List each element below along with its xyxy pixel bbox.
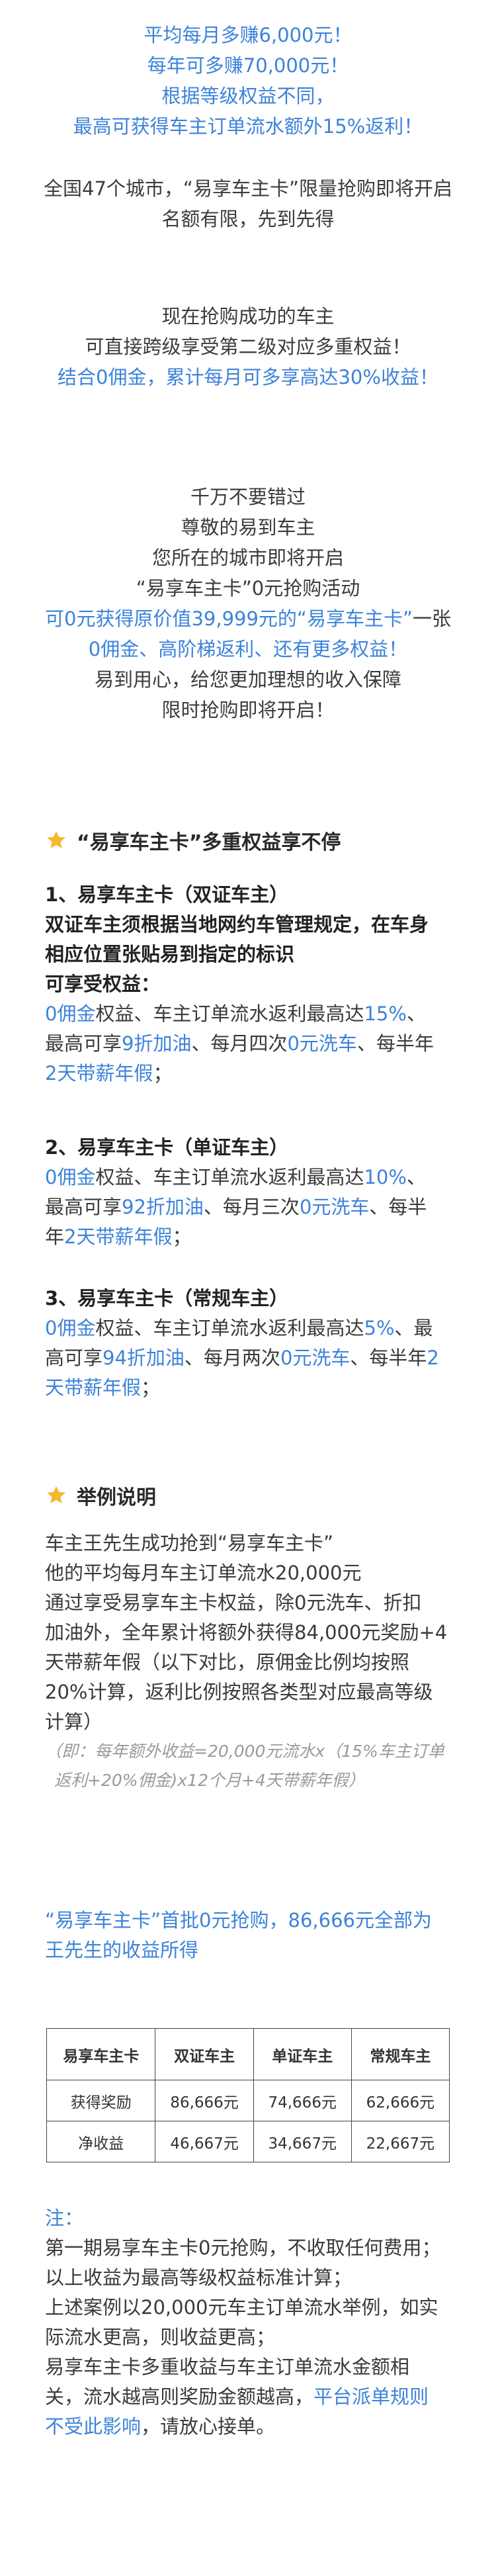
card1-rule: 双证车主须根据当地网约车管理规定，在车身 bbox=[45, 913, 429, 936]
card1-enjoy-label: 可享受权益： bbox=[45, 973, 161, 995]
table-row-label: 净收益 bbox=[46, 2121, 156, 2162]
notes-section: 注： 第一期易享车主卡0元抢购，不收取任何费用； 以上收益为最高等级权益标准计算… bbox=[45, 2203, 455, 2442]
card3-title: 3、易享车主卡（常规车主） bbox=[45, 1287, 289, 1310]
star-icon bbox=[47, 1486, 65, 1503]
example-formula: 返利+20%佣金)x12个月+4天带薪年假） bbox=[54, 1771, 365, 1790]
table-cell: 22,667元 bbox=[351, 2121, 450, 2162]
card3-block: 3、易享车主卡（常规车主） 0佣金权益、车主订单流水返利最高达5%、最 高可享9… bbox=[45, 1284, 455, 1403]
example-line: 通过享受易享车主卡权益，除0元洗车、折扣 bbox=[45, 1591, 422, 1614]
card1-benefit-line: 2天带薪年假； bbox=[45, 1062, 173, 1085]
card1-block: 1、易享车主卡（双证车主） 双证车主须根据当地网约车管理规定，在车身 相应位置张… bbox=[45, 880, 455, 1088]
note-line: 际流水更高，则收益更高； bbox=[45, 2326, 276, 2348]
benefits-title-text: “易享车主卡”多重权益享不停 bbox=[77, 831, 341, 854]
cities-section: 全国47个城市，“易享车主卡”限量抢购即将开启 名额有限，先到先得 bbox=[0, 173, 496, 234]
card2-title: 2、易享车主卡（单证车主） bbox=[45, 1136, 289, 1159]
table-row: 净收益 46,667元 34,667元 22,667元 bbox=[46, 2121, 450, 2162]
example-line: 天带薪年假（以下对比，原佣金比例均按照 bbox=[45, 1651, 410, 1673]
table-header-cell: 单证车主 bbox=[253, 2028, 352, 2080]
card2-benefit-line: 年2天带薪年假； bbox=[45, 1225, 192, 1248]
table-row: 获得奖励 86,666元 74,666元 62,666元 bbox=[46, 2080, 450, 2121]
example-section: 举例说明 bbox=[45, 1481, 455, 1510]
note-line: 关，流水越高则奖励金额越高，平台派单规则 bbox=[45, 2385, 429, 2408]
card1-benefit-line: 最高可享9折加油、每月四次0元洗车、每半年 bbox=[45, 1032, 434, 1055]
note-line: 第一期易享车主卡0元抢购，不收取任何费用； bbox=[45, 2237, 441, 2259]
table-header-cell: 双证车主 bbox=[155, 2028, 254, 2080]
example-line: 他的平均每月车主订单流水20,000元 bbox=[45, 1562, 362, 1584]
table-cell: 34,667元 bbox=[253, 2121, 352, 2162]
example-formula: （即：每年额外收益=20,000元流水x（15%车主订单 bbox=[45, 1742, 444, 1761]
summary-line: 王先生的收益所得 bbox=[45, 1939, 199, 1961]
upgrade-line-highlight: 结合0佣金，累计每月可多享高达30%收益！ bbox=[58, 366, 438, 388]
card2-benefit-line: 最高可享92折加油、每月三次0元洗车、每半 bbox=[45, 1196, 427, 1218]
table-header-row: 易享车主卡 双证车主 单证车主 常规车主 bbox=[46, 2028, 450, 2080]
note-line: 上述案例以20,000元车主订单流水举例，如实 bbox=[45, 2296, 438, 2319]
invite-line: 限时抢购即将开启！ bbox=[161, 699, 335, 721]
table-header-cell: 常规车主 bbox=[351, 2028, 450, 2080]
intro-section: 平均每月多赚6,000元！ 每年可多赚70,000元！ 根据等级权益不同， 最高… bbox=[0, 20, 496, 142]
example-title-text: 举例说明 bbox=[77, 1486, 156, 1509]
example-line: 车主王先生成功抢到“易享车主卡” bbox=[45, 1532, 334, 1554]
card3-benefit-line: 高可享94折加油、每月两次0元洗车、每半年2 bbox=[45, 1347, 439, 1369]
note-line: 易享车主卡多重收益与车主订单流水金额相 bbox=[45, 2356, 410, 2378]
card2-block: 2、易享车主卡（单证车主） 0佣金权益、车主订单流水返利最高达10%、 最高可享… bbox=[45, 1133, 455, 1252]
cities-line: 全国47个城市，“易享车主卡”限量抢购即将开启 bbox=[44, 177, 452, 200]
notes-title: 注： bbox=[45, 2207, 84, 2229]
invite-line: 易到用心，给您更加理想的收入保障 bbox=[94, 668, 401, 691]
note-line: 以上收益为最高等级权益标准计算； bbox=[45, 2266, 352, 2289]
upgrade-line: 可直接跨级享受第二级对应多重权益！ bbox=[85, 335, 411, 358]
star-icon bbox=[47, 830, 65, 848]
invite-section: 千万不要错过 尊敬的易到车主 您所在的城市即将开启 “易享车主卡”0元抢购活动 … bbox=[0, 482, 496, 725]
card1-rule: 相应位置张贴易到指定的标识 bbox=[45, 943, 295, 965]
intro-line: 根据等级权益不同， bbox=[161, 85, 335, 107]
example-line: 加油外，全年累计将额外获得84,000元奖励+4 bbox=[45, 1621, 448, 1644]
intro-line: 平均每月多赚6,000元！ bbox=[144, 24, 352, 46]
example-summary: “易享车主卡”首批0元抢购，86,666元全部为 王先生的收益所得 bbox=[45, 1906, 455, 1965]
benefits-title: “易享车主卡”多重权益享不停 bbox=[45, 826, 455, 855]
card1-benefit-line: 0佣金权益、车主订单流水返利最高达15%、 bbox=[45, 1002, 426, 1025]
invite-line: 尊敬的易到车主 bbox=[181, 516, 315, 539]
invite-offer-line: 可0元获得原价值39,999元的“易享车主卡”一张 bbox=[0, 603, 496, 634]
example-line: 20%计算，返利比例按照各类型对应最高等级 bbox=[45, 1681, 433, 1703]
intro-line: 最高可获得车主订单流水额外15%返利！ bbox=[73, 115, 423, 138]
comparison-table: 易享车主卡 双证车主 单证车主 常规车主 获得奖励 86,666元 74,666… bbox=[46, 2028, 450, 2162]
table-cell: 62,666元 bbox=[351, 2080, 450, 2121]
table-header-cell: 易享车主卡 bbox=[46, 2028, 156, 2080]
example-body: 车主王先生成功抢到“易享车主卡” 他的平均每月车主订单流水20,000元 通过享… bbox=[45, 1529, 455, 1795]
card3-benefit-line: 天带薪年假； bbox=[45, 1376, 161, 1399]
promo-page: 平均每月多赚6,000元！ 每年可多赚70,000元！ 根据等级权益不同， 最高… bbox=[0, 0, 496, 2576]
invite-line: “易享车主卡”0元抢购活动 bbox=[136, 577, 360, 600]
card1-title: 1、易享车主卡（双证车主） bbox=[45, 883, 289, 906]
card3-benefit-line: 0佣金权益、车主订单流水返利最高达5%、最 bbox=[45, 1317, 433, 1339]
table-row-label: 获得奖励 bbox=[46, 2080, 156, 2121]
example-line: 计算） bbox=[45, 1710, 103, 1733]
upgrade-line: 现在抢购成功的车主 bbox=[161, 305, 335, 328]
table-cell: 46,667元 bbox=[155, 2121, 254, 2162]
invite-offer-highlight: 可0元获得原价值39,999元的“易享车主卡” bbox=[45, 607, 413, 630]
invite-line: 千万不要错过 bbox=[190, 486, 306, 508]
table-cell: 86,666元 bbox=[155, 2080, 254, 2121]
intro-line: 每年可多赚70,000元！ bbox=[147, 54, 349, 77]
summary-line: “易享车主卡”首批0元抢购，86,666元全部为 bbox=[45, 1909, 432, 1932]
upgrade-section: 现在抢购成功的车主 可直接跨级享受第二级对应多重权益！ 结合0佣金，累计每月可多… bbox=[0, 301, 496, 392]
cities-line: 名额有限，先到先得 bbox=[161, 208, 335, 230]
note-line: 不受此影响，请放心接单。 bbox=[45, 2415, 276, 2438]
invite-line-highlight: 0佣金、高阶梯返利、还有更多权益！ bbox=[88, 638, 408, 660]
table-cell: 74,666元 bbox=[253, 2080, 352, 2121]
example-title: 举例说明 bbox=[45, 1481, 455, 1510]
invite-offer-suffix: 一张 bbox=[412, 607, 451, 630]
benefits-section: “易享车主卡”多重权益享不停 bbox=[45, 826, 455, 855]
card2-benefit-line: 0佣金权益、车主订单流水返利最高达10%、 bbox=[45, 1166, 426, 1188]
invite-line: 您所在的城市即将开启 bbox=[151, 547, 344, 569]
